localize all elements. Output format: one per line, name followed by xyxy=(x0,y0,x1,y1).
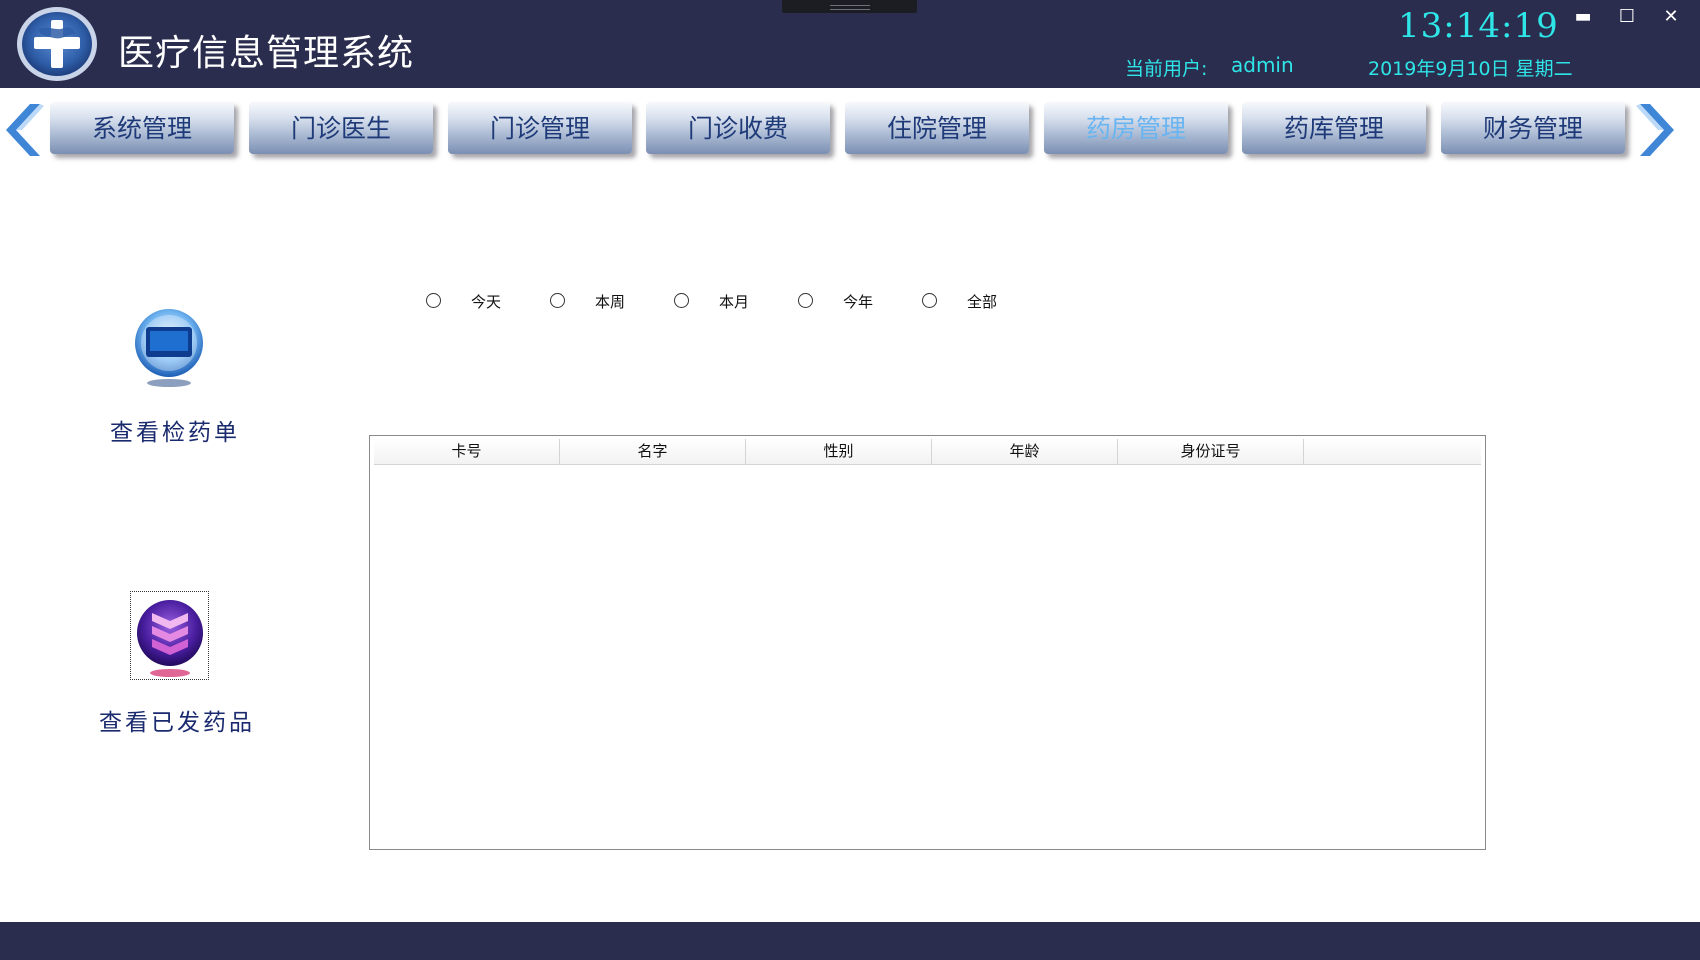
clock: 13:14:19 xyxy=(1398,6,1559,46)
title-bar: 医疗信息管理系统 13:14:19 当前用户: admin 2019年9月10日… xyxy=(0,0,1700,88)
filter-label: 今年 xyxy=(843,293,874,311)
patient-table[interactable]: 卡号 名字 性别 年龄 身份证号 xyxy=(369,435,1486,850)
nav-drug-storage-management[interactable]: 药库管理 xyxy=(1242,102,1426,154)
radio-button[interactable] xyxy=(674,293,689,308)
filter-label: 今天 xyxy=(471,293,502,311)
app-logo-icon xyxy=(17,7,97,81)
sidebar-item-view-prescriptions[interactable]: 查看检药单 xyxy=(110,413,240,447)
monitor-icon[interactable] xyxy=(132,303,206,389)
column-age[interactable]: 年龄 xyxy=(932,439,1118,464)
nav-outpatient-billing[interactable]: 门诊收费 xyxy=(646,102,830,154)
nav-finance-management[interactable]: 财务管理 xyxy=(1441,102,1625,154)
nav-system-management[interactable]: 系统管理 xyxy=(50,102,234,154)
radio-button[interactable] xyxy=(798,293,813,308)
column-name[interactable]: 名字 xyxy=(560,439,746,464)
sidebar-item-view-dispensed-drugs[interactable]: 查看已发药品 xyxy=(99,703,255,737)
filter-label: 全部 xyxy=(967,293,998,311)
current-user-name: admin xyxy=(1231,53,1294,77)
app-title: 医疗信息管理系统 xyxy=(118,33,415,74)
nav-pharmacy-management[interactable]: 药房管理 xyxy=(1044,102,1228,154)
column-gender[interactable]: 性别 xyxy=(746,439,932,464)
nav-outpatient-doctor[interactable]: 门诊医生 xyxy=(249,102,433,154)
radio-button[interactable] xyxy=(426,293,441,308)
nav-outpatient-management[interactable]: 门诊管理 xyxy=(448,102,632,154)
radio-button[interactable] xyxy=(922,293,937,308)
minimize-button[interactable]: ▬ xyxy=(1566,4,1600,30)
drag-handle[interactable] xyxy=(782,0,917,13)
maximize-button[interactable]: ☐ xyxy=(1610,4,1644,30)
current-date: 2019年9月10日 星期二 xyxy=(1368,58,1573,80)
chevron-left-icon[interactable] xyxy=(0,98,48,162)
column-card-number[interactable]: 卡号 xyxy=(374,439,560,464)
column-id-number[interactable]: 身份证号 xyxy=(1118,439,1304,464)
status-bar xyxy=(0,922,1700,960)
chevron-right-icon[interactable] xyxy=(1632,98,1680,162)
close-button[interactable]: ✕ xyxy=(1654,4,1688,30)
nav-inpatient-management[interactable]: 住院管理 xyxy=(845,102,1029,154)
table-header: 卡号 名字 性别 年龄 身份证号 xyxy=(374,439,1481,465)
filter-label: 本月 xyxy=(719,293,750,311)
layers-icon[interactable] xyxy=(134,593,206,679)
filter-label: 本周 xyxy=(595,293,626,311)
radio-button[interactable] xyxy=(550,293,565,308)
current-user-label: 当前用户: xyxy=(1125,58,1208,80)
